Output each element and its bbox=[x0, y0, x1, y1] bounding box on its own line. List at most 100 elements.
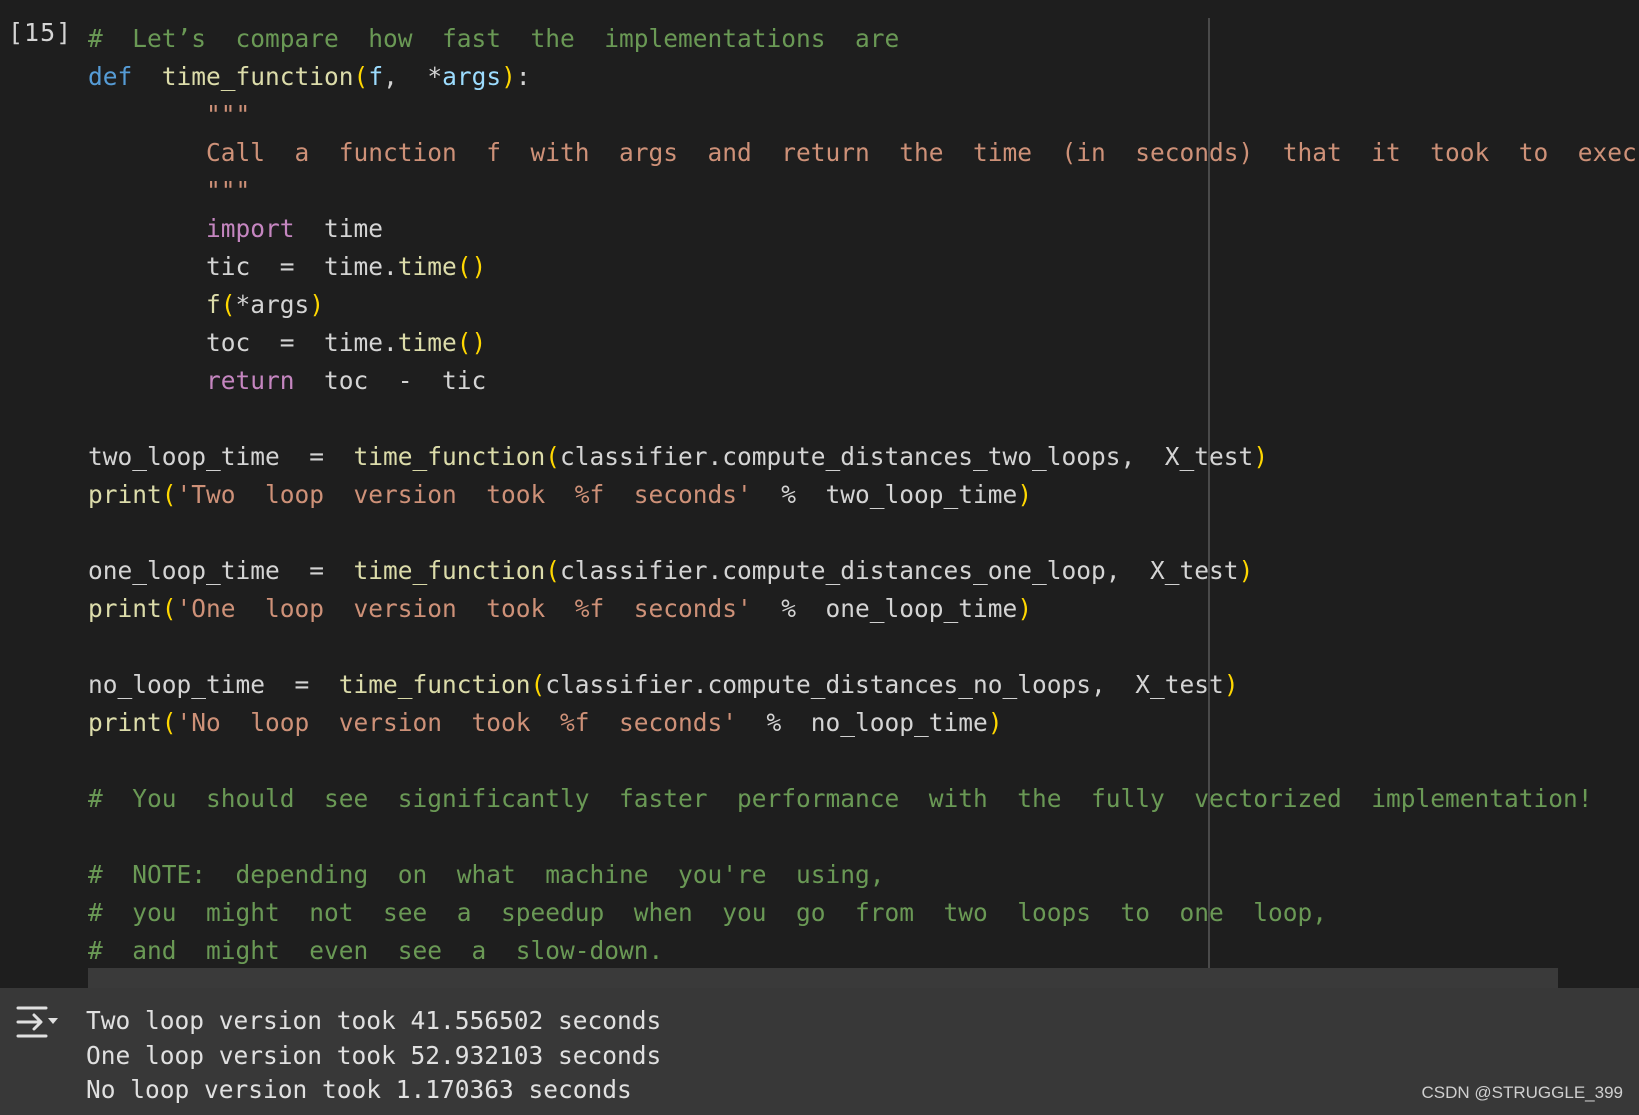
bracket-token: ) bbox=[987, 708, 1003, 737]
code-line: # you might not see a speedup when you g… bbox=[88, 894, 1628, 932]
code-token: , bbox=[383, 62, 428, 91]
output-text: Two loop version took 41.556502 seconds … bbox=[86, 1004, 661, 1108]
code-token: % one_loop_time bbox=[751, 594, 1018, 623]
code-token: % two_loop_time bbox=[751, 480, 1018, 509]
code-line: print('No loop version took %f seconds' … bbox=[88, 704, 1628, 742]
comment-token: # Let’s compare how fast the implementat… bbox=[88, 24, 900, 53]
output-line: No loop version took 1.170363 seconds bbox=[86, 1075, 632, 1104]
code-line: Call a function f with args and return t… bbox=[88, 134, 1639, 172]
code-token: two_loop_time = bbox=[88, 442, 354, 471]
code-line: print('Two loop version took %f seconds'… bbox=[88, 476, 1628, 514]
bracket-token: ) bbox=[1223, 670, 1239, 699]
bracket-token: () bbox=[456, 252, 487, 281]
code-token: no_loop_time = bbox=[88, 670, 339, 699]
code-token: * bbox=[427, 62, 443, 91]
code-token: toc = time. bbox=[88, 328, 398, 357]
bracket-token: ( bbox=[161, 594, 177, 623]
bracket-token: ) bbox=[309, 290, 325, 319]
code-token: time bbox=[294, 214, 384, 243]
code-token: *args bbox=[235, 290, 310, 319]
watermark: CSDN @STRUGGLE_399 bbox=[1421, 1083, 1624, 1102]
string-token: 'One loop version took %f seconds' bbox=[176, 594, 752, 623]
code-line: two_loop_time = time_function(classifier… bbox=[88, 438, 1628, 476]
code-line: # Let’s compare how fast the implementat… bbox=[88, 20, 1628, 58]
code-line: # and might even see a slow-down. bbox=[88, 932, 1628, 970]
function-token: time_function bbox=[161, 62, 354, 91]
output-toggle-icon[interactable] bbox=[14, 1002, 62, 1042]
comment-token: # You should see significantly faster pe… bbox=[88, 784, 1593, 813]
code-line: # You should see significantly faster pe… bbox=[88, 780, 1628, 818]
cell-output: Two loop version took 41.556502 seconds … bbox=[0, 988, 1639, 1115]
bracket-token: ( bbox=[161, 480, 177, 509]
string-token: """ bbox=[206, 100, 251, 129]
code-line: tic = time.time() bbox=[88, 248, 1628, 286]
keyword-token: return bbox=[206, 366, 295, 395]
bracket-token: ) bbox=[1017, 594, 1033, 623]
function-token: time_function bbox=[353, 556, 546, 585]
code-token: toc - tic bbox=[294, 366, 487, 395]
bracket-token: ( bbox=[161, 708, 177, 737]
code-line: """ bbox=[88, 96, 1628, 134]
function-token: time bbox=[397, 252, 457, 281]
comment-token: # you might not see a speedup when you g… bbox=[88, 898, 1328, 927]
bracket-token: ( bbox=[530, 670, 546, 699]
function-token: time_function bbox=[353, 442, 546, 471]
keyword-token: import bbox=[206, 214, 295, 243]
code-editor[interactable]: # Let’s compare how fast the implementat… bbox=[88, 20, 1639, 970]
function-token: time bbox=[397, 328, 457, 357]
string-token: Call a function f with args and return t… bbox=[206, 138, 1639, 167]
code-token: classifier.compute_distances_no_loops, X… bbox=[545, 670, 1224, 699]
string-token: 'Two loop version took %f seconds' bbox=[176, 480, 752, 509]
line-length-ruler bbox=[1208, 18, 1210, 988]
function-token: print bbox=[88, 480, 162, 509]
code-line: # NOTE: depending on what machine you're… bbox=[88, 856, 1628, 894]
function-token: print bbox=[88, 594, 162, 623]
bracket-token: ( bbox=[545, 442, 561, 471]
code-line: print('One loop version took %f seconds'… bbox=[88, 590, 1628, 628]
variable-token: f bbox=[368, 62, 384, 91]
bracket-token: ) bbox=[501, 62, 516, 91]
code-cell[interactable]: [15] # Let’s compare how fast the implem… bbox=[0, 0, 1639, 988]
code-line: f(*args) bbox=[88, 286, 1628, 324]
code-line: return toc - tic bbox=[88, 362, 1628, 400]
code-token: one_loop_time = bbox=[88, 556, 354, 585]
code-token: % no_loop_time bbox=[737, 708, 988, 737]
variable-token: args bbox=[442, 62, 502, 91]
code-token: tic = time. bbox=[88, 252, 398, 281]
function-token: f bbox=[206, 290, 221, 319]
code-line: def time_function(f, *args): bbox=[88, 58, 1628, 96]
code-line: no_loop_time = time_function(classifier.… bbox=[88, 666, 1628, 704]
bracket-token: ) bbox=[1017, 480, 1033, 509]
code-token: classifier.compute_distances_one_loop, X… bbox=[560, 556, 1239, 585]
horizontal-scrollbar[interactable] bbox=[88, 968, 1558, 988]
code-token: classifier.compute_distances_two_loops, … bbox=[560, 442, 1254, 471]
bracket-token: ( bbox=[545, 556, 561, 585]
code-token: : bbox=[515, 62, 531, 91]
bracket-token: ( bbox=[353, 62, 369, 91]
code-line: one_loop_time = time_function(classifier… bbox=[88, 552, 1628, 590]
output-line: Two loop version took 41.556502 seconds bbox=[86, 1006, 662, 1035]
code-line: toc = time.time() bbox=[88, 324, 1628, 362]
bracket-token: ) bbox=[1238, 556, 1254, 585]
output-line: One loop version took 52.932103 seconds bbox=[86, 1040, 662, 1070]
comment-token: # and might even see a slow-down. bbox=[88, 936, 664, 965]
string-token: """ bbox=[206, 176, 251, 205]
code-line: import time bbox=[88, 210, 1628, 248]
bracket-token: () bbox=[456, 328, 487, 357]
function-token: print bbox=[88, 708, 162, 737]
bracket-token: ) bbox=[1253, 442, 1269, 471]
keyword-token: def bbox=[88, 62, 133, 91]
function-token: time_function bbox=[338, 670, 531, 699]
